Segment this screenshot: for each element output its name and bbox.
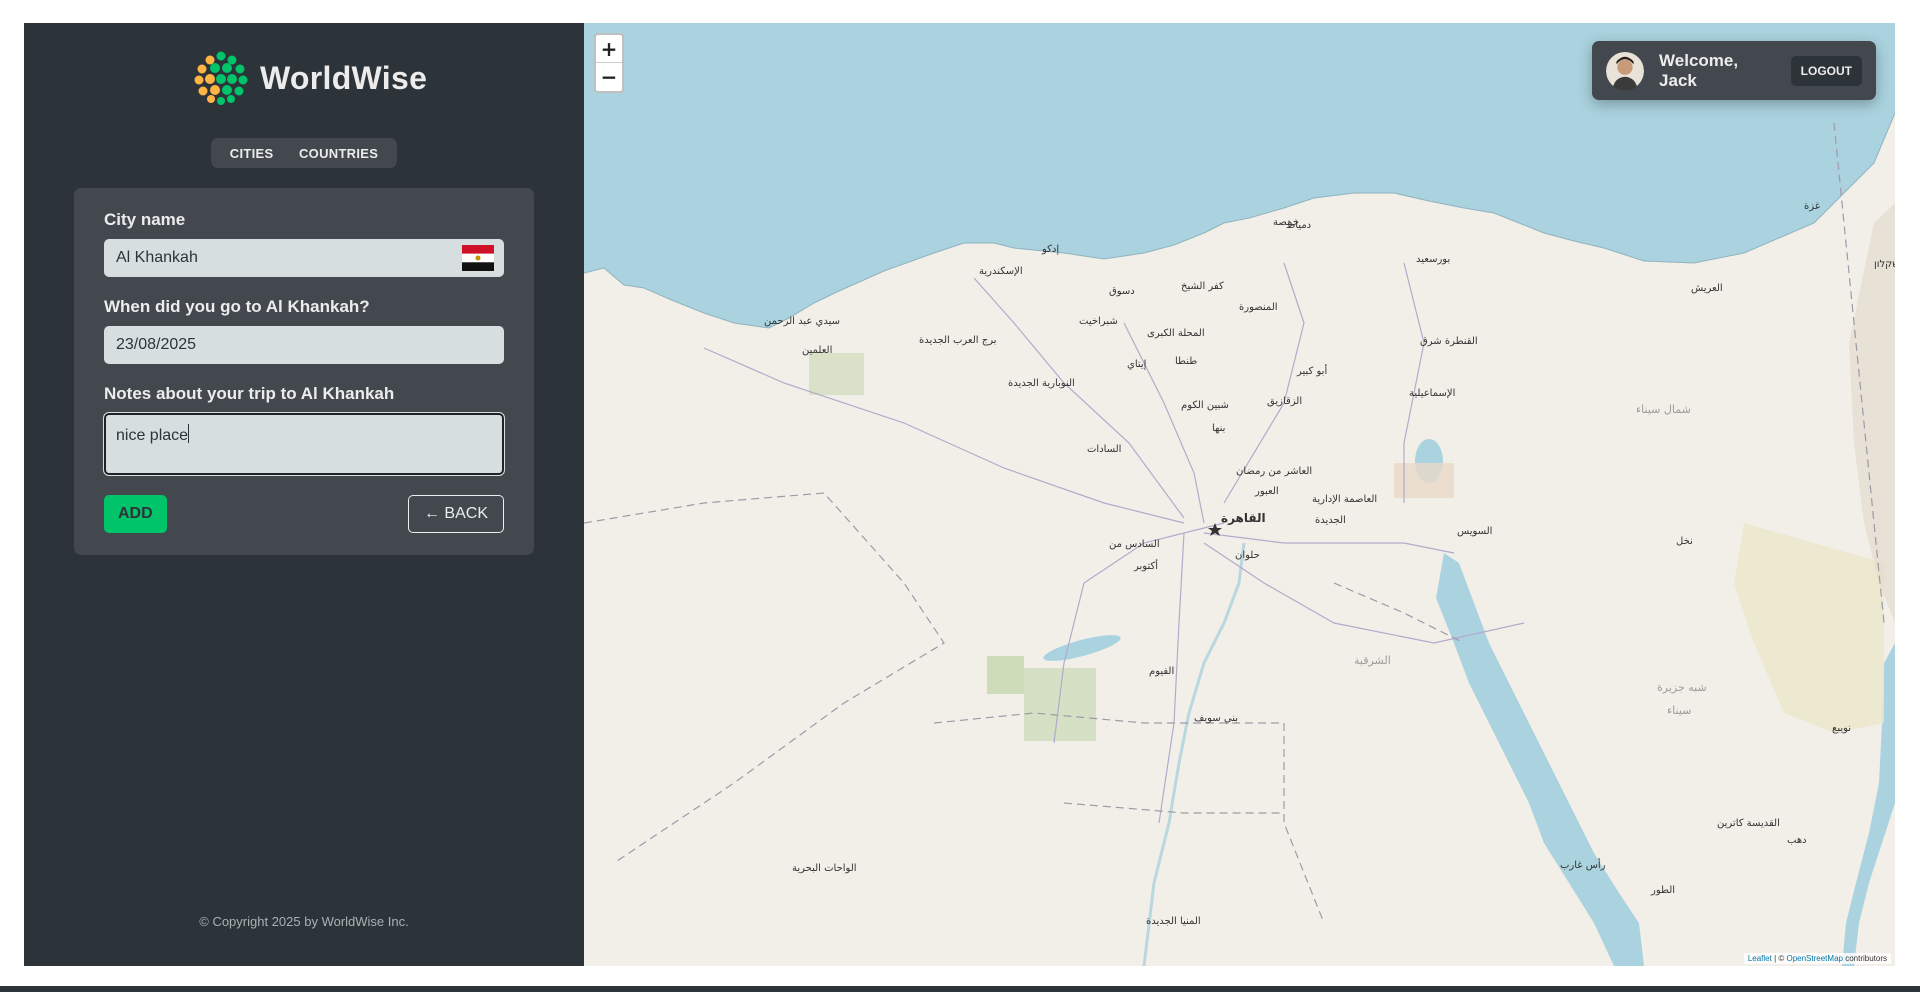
place-label: السويس — [1457, 526, 1493, 537]
text-caret — [188, 424, 190, 443]
place-label: كفر الشيخ — [1181, 281, 1224, 292]
sidebar: WorldWise CITIES COUNTRIES City name Al … — [24, 23, 584, 966]
region-label: الشرقية — [1354, 654, 1391, 667]
place-label: رأس غارب — [1560, 860, 1606, 871]
place-label: العلمين — [802, 345, 833, 356]
logo[interactable]: WorldWise — [194, 51, 427, 105]
place-label: غزة — [1804, 201, 1820, 212]
add-city-form: City name Al Khankah When did you go to … — [74, 188, 534, 555]
logo-globe-icon — [194, 51, 248, 105]
place-label: אשקלון — [1874, 259, 1895, 270]
user-panel: Welcome, Jack LOGOUT — [1592, 41, 1876, 100]
place-label: الطور — [1651, 885, 1676, 896]
tab-countries[interactable]: COUNTRIES — [289, 142, 388, 165]
place-label: السادات — [1087, 444, 1122, 455]
place-label: المنيا الجديدة — [1146, 916, 1201, 927]
notes-label: Notes about your trip to Al Khankah — [104, 384, 395, 403]
attribution-tail: contributors — [1842, 954, 1887, 963]
tab-cities[interactable]: CITIES — [220, 142, 284, 165]
avatar — [1606, 51, 1645, 90]
place-label: العاشر من رمضان — [1236, 466, 1313, 477]
notes-group: Notes about your trip to Al Khankah nice… — [103, 384, 505, 476]
app-root: WorldWise CITIES COUNTRIES City name Al … — [24, 23, 1895, 966]
copyright-footer: © Copyright 2025 by WorldWise Inc. — [199, 914, 409, 929]
city-name-value: Al Khankah — [116, 249, 198, 266]
place-label: إدكو — [1042, 244, 1060, 255]
date-input[interactable]: 23/08/2025 — [104, 326, 504, 364]
place-label: نويبع — [1832, 723, 1852, 734]
date-value: 23/08/2025 — [116, 336, 197, 353]
welcome-text: Welcome, Jack — [1659, 50, 1739, 90]
map-attribution: Leaflet | © OpenStreetMap contributors — [1743, 953, 1891, 964]
place-label: العريش — [1691, 283, 1723, 294]
place-label: المنصورة — [1239, 302, 1278, 313]
place-label: حلوان — [1235, 550, 1260, 561]
place-label: شبين الكوم — [1181, 400, 1229, 411]
place-label: الجديدة — [1315, 515, 1346, 526]
place-label: القديسة كاترين — [1717, 818, 1780, 829]
place-label: المحلة الكبرى — [1147, 328, 1205, 339]
date-group: When did you go to Al Khankah? 23/08/202… — [104, 297, 504, 364]
place-label: بني سويف — [1194, 713, 1238, 724]
map-tiles[interactable] — [584, 23, 1895, 966]
place-label: دسوق — [1109, 286, 1135, 297]
city-name-input[interactable]: Al Khankah — [104, 239, 504, 277]
place-label: خمصة — [1273, 217, 1299, 228]
back-button[interactable]: ← BACK — [407, 495, 504, 533]
place-label: العاصمة الإدارية — [1312, 494, 1378, 505]
app-name: WorldWise — [260, 59, 428, 96]
place-label: إيتاي — [1127, 359, 1147, 370]
region-label: شبه جزيرة — [1657, 681, 1707, 694]
place-label: الزقازيق — [1267, 396, 1303, 407]
notes-value: nice place — [116, 427, 189, 444]
notes-textarea[interactable]: nice place — [103, 412, 505, 476]
place-label: الإسماعيلية — [1409, 388, 1456, 399]
map-container[interactable]: القاهرة الإسكندرية بورسعيد دمياط المنصور… — [584, 23, 1895, 966]
place-label: أكتوبر — [1134, 561, 1159, 572]
place-label: أبو كبير — [1297, 366, 1328, 377]
place-label: شبراخيت — [1079, 316, 1118, 327]
place-label: العبور — [1255, 486, 1279, 497]
place-label: برج العرب الجديدة — [919, 335, 997, 346]
place-label: طنطا — [1175, 356, 1198, 367]
place-label: القنطرة شرق — [1420, 336, 1478, 347]
place-label: الواحات البحرية — [792, 863, 857, 874]
place-label: الفيوم — [1149, 666, 1175, 677]
city-country-tabs: CITIES COUNTRIES — [211, 138, 397, 168]
zoom-control: + − — [594, 33, 624, 93]
place-label: القاهرة — [1221, 511, 1266, 525]
place-label: بورسعيد — [1416, 254, 1451, 265]
egypt-flag-icon — [462, 245, 494, 271]
place-label: نخل — [1676, 536, 1693, 547]
place-label: الإسكندرية — [979, 266, 1023, 277]
zoom-in-button[interactable]: + — [596, 35, 622, 63]
place-label: دهب — [1787, 835, 1807, 846]
city-name-group: City name Al Khankah — [104, 210, 504, 277]
city-name-label: City name — [104, 210, 186, 229]
attribution-separator: | © — [1771, 954, 1787, 963]
place-label: بنها — [1212, 423, 1226, 434]
osm-link[interactable]: OpenStreetMap — [1786, 954, 1842, 963]
add-button[interactable]: ADD — [104, 495, 167, 533]
place-label: النوبارية الجديدة — [1008, 378, 1075, 389]
place-label: سيدي عبد الرحمن — [764, 316, 840, 327]
leaflet-link[interactable]: Leaflet — [1748, 954, 1772, 963]
logout-button[interactable]: LOGOUT — [1790, 55, 1862, 86]
window-bottom-edge — [0, 986, 1920, 992]
place-label: السادس من — [1109, 539, 1160, 550]
date-label: When did you go to Al Khankah? — [104, 297, 370, 316]
form-buttons: ADD ← BACK — [104, 495, 504, 533]
region-label: شمال سيناء — [1636, 403, 1691, 416]
region-label: سيناء — [1667, 704, 1692, 717]
zoom-out-button[interactable]: − — [596, 63, 622, 91]
